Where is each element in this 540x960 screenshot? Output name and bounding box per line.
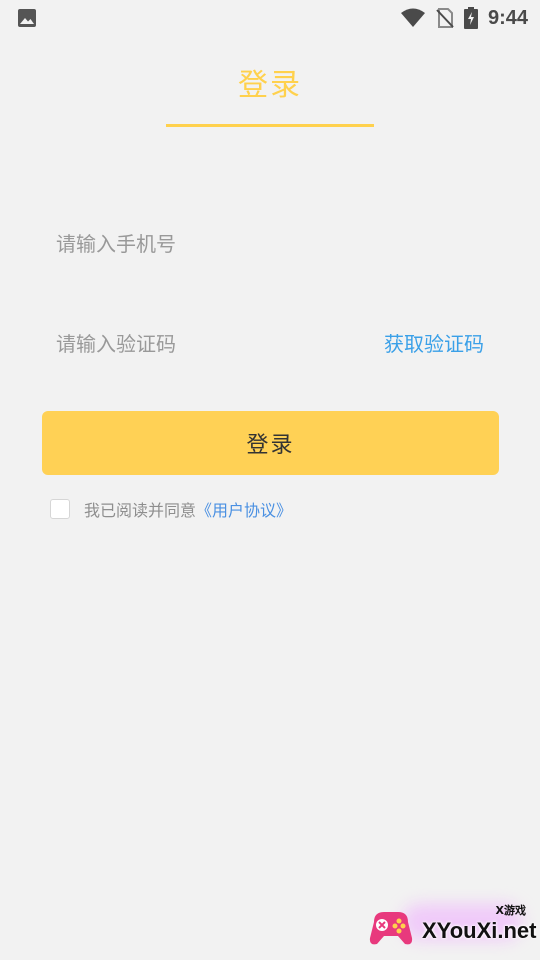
page-title: 登录 <box>238 68 302 103</box>
no-sim-icon <box>436 8 454 28</box>
login-button[interactable]: 登录 <box>42 411 499 475</box>
battery-charging-icon <box>463 7 478 29</box>
status-icons: 9:44 <box>400 0 528 36</box>
watermark-small-text: X游戏 <box>495 904 526 917</box>
watermark-site-text: XYouXi.net <box>422 918 537 943</box>
agreement-text: 我已阅读并同意 <box>84 501 197 520</box>
agreement-row: 我已阅读并同意 《用户协议》 <box>50 497 292 521</box>
title-underline <box>166 124 374 127</box>
gamepad-logo-icon <box>369 912 413 945</box>
phone-input[interactable] <box>56 226 366 262</box>
status-bar: 9:44 <box>0 0 540 36</box>
status-time: 9:44 <box>487 6 528 29</box>
watermark: X游戏 XYouXi.net <box>362 898 537 954</box>
image-icon <box>18 9 36 27</box>
get-code-button[interactable]: 获取验证码 <box>384 326 484 362</box>
verification-code-input[interactable] <box>56 326 366 362</box>
user-agreement-link[interactable]: 《用户协议》 <box>196 497 292 521</box>
agreement-checkbox[interactable] <box>50 499 70 519</box>
wifi-icon <box>400 8 425 27</box>
